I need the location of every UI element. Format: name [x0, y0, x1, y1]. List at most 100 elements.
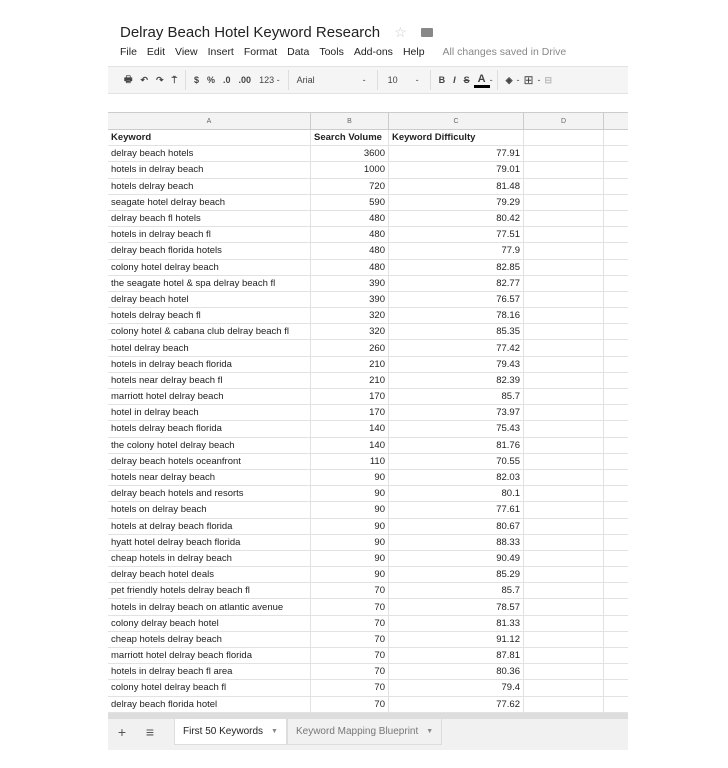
cell[interactable]: 77.62 — [389, 696, 524, 712]
cell[interactable]: hyatt hotel delray beach florida — [108, 534, 311, 550]
cell[interactable]: 76.57 — [389, 291, 524, 308]
cell[interactable]: 91.12 — [389, 631, 524, 647]
column-header-d[interactable]: D — [524, 113, 604, 129]
menu-view[interactable]: View — [175, 46, 198, 58]
cell[interactable]: 78.16 — [389, 308, 524, 324]
cell[interactable] — [604, 373, 628, 388]
cell[interactable]: 70 — [311, 631, 389, 647]
number-format-dropdown[interactable]: 123 - — [255, 75, 284, 85]
font-family-select[interactable]: Arial — [293, 75, 363, 85]
cell[interactable] — [604, 179, 628, 194]
cell[interactable]: 77.51 — [389, 227, 524, 243]
cell[interactable] — [604, 227, 628, 242]
cell[interactable]: hotels delray beach fl — [108, 308, 311, 324]
cell[interactable] — [524, 210, 604, 227]
paint-format-icon[interactable]: ⍑ — [168, 75, 181, 86]
cell[interactable]: 70 — [311, 680, 389, 696]
cell[interactable]: 170 — [311, 405, 389, 421]
cell[interactable]: 210 — [311, 356, 389, 372]
menu-help[interactable]: Help — [403, 46, 425, 58]
cell[interactable]: hotels at delray beach florida — [108, 518, 311, 534]
cell[interactable]: 90 — [311, 518, 389, 534]
cell[interactable]: 77.91 — [389, 146, 524, 162]
redo-icon[interactable]: ↷ — [152, 75, 168, 86]
star-icon[interactable]: ☆ — [394, 24, 407, 41]
cell[interactable]: 79.4 — [389, 680, 524, 696]
column-header-b[interactable]: B — [311, 113, 389, 129]
cell[interactable]: 70 — [311, 696, 389, 712]
borders-icon[interactable]: ⊞ — [519, 73, 537, 87]
cell[interactable] — [524, 130, 604, 146]
cell[interactable]: 1000 — [311, 162, 389, 178]
cell[interactable]: 90 — [311, 469, 389, 486]
cell[interactable]: Keyword — [108, 130, 311, 146]
cell[interactable]: the colony hotel delray beach — [108, 437, 311, 453]
cell[interactable]: delray beach florida hotel — [108, 696, 311, 712]
cell[interactable] — [604, 308, 628, 323]
cell[interactable]: 80.36 — [389, 664, 524, 680]
cell[interactable]: 75.43 — [389, 421, 524, 437]
cell[interactable]: colony hotel & cabana club delray beach … — [108, 324, 311, 340]
cell[interactable] — [524, 162, 604, 178]
cell[interactable] — [604, 421, 628, 436]
cell[interactable] — [524, 259, 604, 275]
all-sheets-icon[interactable]: ≡ — [136, 719, 164, 745]
cell[interactable]: 210 — [311, 372, 389, 388]
cell[interactable] — [524, 324, 604, 340]
cell[interactable]: 90 — [311, 550, 389, 567]
cell[interactable] — [524, 518, 604, 534]
cell[interactable] — [524, 340, 604, 356]
cell[interactable]: hotels near delray beach fl — [108, 372, 311, 388]
cell[interactable]: 79.29 — [389, 194, 524, 210]
cell[interactable]: delray beach hotels — [108, 146, 311, 162]
cell[interactable]: 590 — [311, 194, 389, 210]
cell[interactable]: 79.43 — [389, 356, 524, 372]
menu-tools[interactable]: Tools — [319, 46, 344, 58]
cell[interactable]: 80.67 — [389, 518, 524, 534]
cell[interactable]: 80.42 — [389, 210, 524, 227]
cell[interactable]: 85.35 — [389, 324, 524, 340]
document-title[interactable]: Delray Beach Hotel Keyword Research — [120, 24, 380, 41]
cell[interactable]: 390 — [311, 275, 389, 291]
cell[interactable]: the seagate hotel & spa delray beach fl — [108, 275, 311, 291]
cell[interactable]: 81.33 — [389, 615, 524, 631]
cell[interactable]: 480 — [311, 227, 389, 243]
cell[interactable]: 390 — [311, 291, 389, 308]
cell[interactable]: 320 — [311, 308, 389, 324]
cell[interactable]: cheap hotels delray beach — [108, 631, 311, 647]
cell[interactable]: 87.81 — [389, 648, 524, 664]
cell[interactable]: hotel in delray beach — [108, 405, 311, 421]
menu-edit[interactable]: Edit — [147, 46, 165, 58]
cell[interactable]: 260 — [311, 340, 389, 356]
merge-cells-icon[interactable]: ⊟ — [541, 75, 557, 86]
cell[interactable] — [604, 648, 628, 663]
cell[interactable] — [524, 275, 604, 291]
cell[interactable] — [524, 502, 604, 518]
cell[interactable]: hotels in delray beach florida — [108, 356, 311, 372]
cell[interactable]: pet friendly hotels delray beach fl — [108, 583, 311, 599]
cell[interactable] — [604, 680, 628, 695]
cell[interactable] — [604, 211, 628, 226]
print-icon[interactable]: 🖶 — [120, 72, 137, 88]
cell[interactable]: 70 — [311, 664, 389, 680]
menu-file[interactable]: File — [120, 46, 137, 58]
cell[interactable]: delray beach fl hotels — [108, 210, 311, 227]
cell[interactable] — [604, 130, 628, 145]
cell[interactable]: colony hotel delray beach fl — [108, 680, 311, 696]
fill-color-icon[interactable]: ◈ — [502, 75, 517, 86]
cell[interactable]: 80.1 — [389, 486, 524, 502]
cell[interactable]: hotels in delray beach fl — [108, 227, 311, 243]
cell[interactable]: 73.97 — [389, 405, 524, 421]
sheet-tab-first-50-keywords[interactable]: First 50 Keywords ▼ — [174, 719, 287, 745]
cell[interactable]: 480 — [311, 243, 389, 259]
cell[interactable]: 90 — [311, 502, 389, 518]
menu-add-ons[interactable]: Add-ons — [354, 46, 393, 58]
cell[interactable] — [604, 454, 628, 469]
cell[interactable]: 90 — [311, 486, 389, 502]
cell[interactable]: 70 — [311, 615, 389, 631]
cell[interactable]: Search Volume — [311, 130, 389, 146]
cell[interactable]: 70 — [311, 648, 389, 664]
cell[interactable]: seagate hotel delray beach — [108, 194, 311, 210]
cell[interactable] — [524, 696, 604, 712]
decrease-decimal-button[interactable]: .0 — [219, 75, 235, 85]
